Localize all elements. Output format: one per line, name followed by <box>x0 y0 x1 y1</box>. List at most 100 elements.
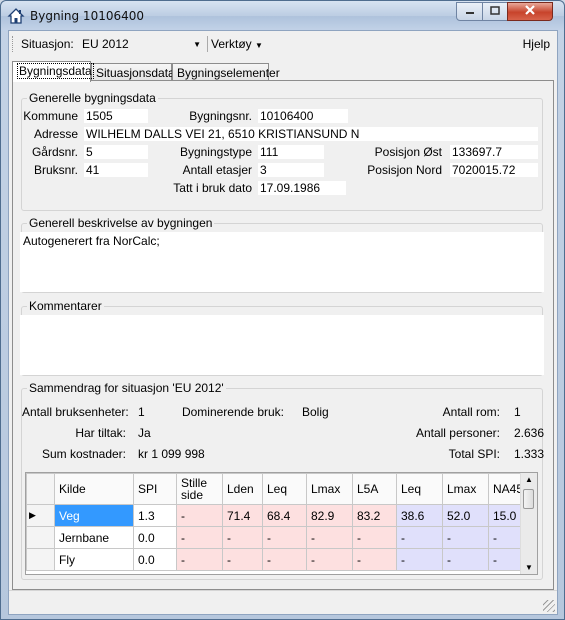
table-cell[interactable]: - <box>176 526 223 549</box>
situation-value: EU 2012 <box>82 37 129 51</box>
table-cell[interactable]: Fly <box>54 548 134 571</box>
tools-menu[interactable]: Verktøy ▼ <box>211 37 263 51</box>
column-header[interactable]: Stille side <box>176 473 223 505</box>
scroll-up-icon[interactable]: ▲ <box>525 475 533 484</box>
posisjon-ost-field[interactable]: 133697.7 <box>450 145 538 159</box>
bygningsnr-field[interactable]: 10106400 <box>258 109 348 123</box>
table-cell[interactable]: - <box>176 504 223 527</box>
scroll-thumb[interactable] <box>523 489 534 509</box>
gardsnr-label: Gårdsnr. <box>31 145 78 159</box>
minimize-icon <box>465 5 475 19</box>
table-cell[interactable]: 0.0 <box>133 548 177 571</box>
toolbar-separator <box>207 36 208 52</box>
column-header[interactable]: Lmax <box>306 473 353 505</box>
table-cell[interactable]: - <box>396 526 443 549</box>
bygningstype-label: Bygningstype <box>179 145 252 159</box>
kostnader-label: Sum kostnader: <box>41 447 126 461</box>
kommune-field[interactable]: 1505 <box>84 109 148 123</box>
adresse-field[interactable]: WILHELM DALLS VEI 21, 6510 KRISTIANSUND … <box>84 127 538 141</box>
antall-etasjer-field[interactable]: 3 <box>258 163 324 177</box>
house-icon <box>7 7 25 25</box>
table-cell[interactable]: - <box>176 548 223 571</box>
tab-bygningsdata[interactable]: Bygningsdata <box>12 61 94 82</box>
table-cell[interactable]: Veg <box>54 504 134 527</box>
table-cell[interactable]: 1.3 <box>133 504 177 527</box>
table-row[interactable]: Fly 0.0 - - - - - - - - <box>26 548 533 571</box>
table-cell[interactable]: 82.9 <box>306 504 353 527</box>
table-cell[interactable]: 68.4 <box>262 504 307 527</box>
situation-select[interactable]: EU 2012 ▼ <box>79 35 204 53</box>
column-header[interactable]: Lden <box>222 473 263 505</box>
column-header[interactable]: Kilde <box>54 473 134 505</box>
description-textarea[interactable]: Autogenerert fra NorCalc; <box>20 232 544 292</box>
tab-strip: Bygningsdata Situasjonsdata Bygningselem… <box>12 61 552 82</box>
column-header[interactable]: Leq <box>262 473 307 505</box>
bruksnr-label: Bruksnr. <box>33 163 78 177</box>
table-cell[interactable]: - <box>306 526 353 549</box>
toolbar: Situasjon: EU 2012 ▼ Verktøy ▼ Hjelp <box>9 31 557 58</box>
table-cell[interactable]: - <box>442 526 489 549</box>
tatt-i-bruk-field[interactable]: 17.09.1986 <box>258 181 346 195</box>
status-bar <box>9 590 557 614</box>
tiltak-label: Har tiltak: <box>75 426 126 440</box>
table-cell[interactable]: - <box>262 526 307 549</box>
table-cell[interactable]: - <box>222 548 263 571</box>
spi-label: Total SPI: <box>448 447 500 461</box>
column-header[interactable]: SPI <box>133 473 177 505</box>
toolbar-grip[interactable] <box>12 36 15 52</box>
bruksnr-field[interactable]: 41 <box>84 163 148 177</box>
scroll-down-icon[interactable]: ▼ <box>525 563 533 572</box>
tab-label: Bygningsdata <box>17 63 94 79</box>
resize-grip-icon[interactable] <box>543 600 555 612</box>
window-title: Bygning 10106400 <box>30 9 145 23</box>
table-cell[interactable]: 52.0 <box>442 504 489 527</box>
minimize-button[interactable] <box>456 2 483 21</box>
chevron-down-icon: ▼ <box>255 41 263 50</box>
app-window: Bygning 10106400 Situasjon: EU 2012 ▼ Ve… <box>0 0 565 620</box>
table-row[interactable]: ▶ Veg 1.3 - 71.4 68.4 82.9 83.2 38.6 52.… <box>26 504 533 527</box>
bruksenheter-label: Antall bruksenheter: <box>22 405 129 419</box>
close-button[interactable] <box>507 2 553 21</box>
column-header[interactable]: Lmax <box>442 473 489 505</box>
column-header[interactable]: Leq <box>396 473 443 505</box>
group-title: Sammendrag for situasjon 'EU 2012' <box>27 381 226 395</box>
table-cell[interactable]: 38.6 <box>396 504 443 527</box>
group-title: Generelle bygningsdata <box>27 91 158 105</box>
posisjon-ost-label: Posisjon Øst <box>374 145 442 159</box>
tab-bygningselementer[interactable]: Bygningselementer <box>172 63 280 81</box>
table-cell[interactable]: 71.4 <box>222 504 263 527</box>
table-cell[interactable]: 0.0 <box>133 526 177 549</box>
table-cell[interactable]: - <box>306 548 353 571</box>
comments-textarea[interactable] <box>20 315 544 375</box>
table-cell[interactable]: - <box>262 548 307 571</box>
gardsnr-field[interactable]: 5 <box>84 145 148 159</box>
table-cell[interactable]: 83.2 <box>352 504 397 527</box>
summary-group: Sammendrag for situasjon 'EU 2012' Antal… <box>21 381 545 580</box>
table-cell[interactable]: - <box>222 526 263 549</box>
table-cell[interactable]: - <box>352 526 397 549</box>
tab-situasjonsdata[interactable]: Situasjonsdata <box>91 63 175 81</box>
column-header[interactable]: L5A <box>352 473 397 505</box>
personer-value: 2.636 <box>514 426 545 440</box>
tab-panel-bygningsdata: Generelle bygningsdata Kommune 1505 Bygn… <box>12 80 554 590</box>
table-cell[interactable]: - <box>352 548 397 571</box>
tatt-i-bruk-label: Tatt i bruk dato <box>173 181 252 195</box>
maximize-icon <box>490 5 500 19</box>
table-row[interactable]: Jernbane 0.0 - - - - - - - - <box>26 526 533 549</box>
table-cell[interactable]: - <box>396 548 443 571</box>
title-bar[interactable]: Bygning 10106400 <box>1 1 564 31</box>
vertical-scrollbar[interactable]: ▲ ▼ <box>520 473 537 574</box>
table-cell[interactable]: Jernbane <box>54 526 134 549</box>
current-row-indicator[interactable]: ▶ <box>26 504 55 527</box>
bygningstype-field[interactable]: 111 <box>258 145 324 159</box>
group-title: Kommentarer <box>27 299 104 313</box>
maximize-button[interactable] <box>482 2 508 21</box>
noise-sources-grid[interactable]: Kilde SPI Stille side Lden Leq Lmax L5A … <box>25 472 538 575</box>
kostnader-value: kr 1 099 998 <box>138 447 205 461</box>
help-menu[interactable]: Hjelp <box>523 37 550 51</box>
table-cell[interactable]: - <box>442 548 489 571</box>
row-header[interactable] <box>26 526 55 549</box>
personer-label: Antall personer: <box>415 426 500 440</box>
posisjon-nord-field[interactable]: 7020015.72 <box>450 163 538 177</box>
row-header[interactable] <box>26 548 55 571</box>
